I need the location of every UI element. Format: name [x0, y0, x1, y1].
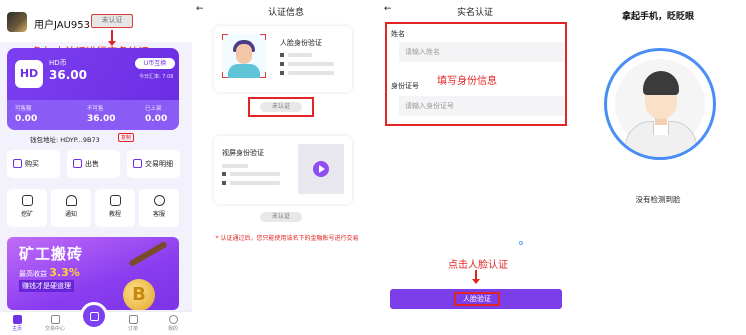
bell-icon [65, 195, 77, 206]
balance-stats: 可售额 0.00 不可售 36.00 已上架 0.00 [7, 100, 179, 130]
buy-button[interactable]: 购买 [7, 150, 60, 178]
swap-button[interactable]: U币互换 [135, 58, 175, 69]
video-verify-button[interactable]: 未认证 [260, 212, 302, 222]
hd-coin-icon: HD [15, 60, 43, 88]
stat-value: 36.00 [87, 114, 116, 124]
copy-button[interactable]: 复制 [118, 133, 135, 142]
banner-yield: 最高收益 3.3% [19, 266, 80, 279]
verification-info-screen: ← 认证信息 人脸身份验证 未认证 视屏身份验证 未认证 * 认证通过后，您只能… [192, 0, 380, 335]
real-name-auth-screen: ← 实名认证 姓名 请输入姓名 身份证号 请输入身份证号 填写身份信息 点击人脸… [380, 0, 570, 335]
detection-status: 没有检测到脸 [635, 195, 681, 204]
annotation-arrow [108, 30, 116, 46]
grid-support[interactable]: 客服 [139, 189, 179, 227]
cart-icon [13, 159, 22, 168]
annotation-arrow [472, 270, 480, 284]
face-verify-card[interactable]: 人脸身份验证 [214, 26, 352, 92]
wallet-home-screen: 用户JAU953 未认证 点击 未认证进行实名认证 HD HD币 36.00 U… [0, 0, 192, 335]
face-capture-screen: 拿起手机，眨眨眼 没有检测到脸 [570, 0, 746, 335]
tab-label: 交易中心 [44, 326, 65, 332]
home-icon [12, 315, 22, 324]
banner-slogan: 赚钱才是硬道理 [19, 280, 74, 292]
wallet-address: 钱包地址: HDYP...9B73 [30, 136, 100, 144]
video-icon [109, 195, 121, 206]
upload-icon [73, 159, 82, 168]
video-verify-card[interactable]: 视屏身份验证 [214, 136, 352, 204]
annotation-text-fill: 填写身份信息 [437, 76, 497, 87]
submit-label: 人脸验证 [454, 292, 500, 306]
grid-mining[interactable]: 挖矿 [7, 189, 47, 227]
wallet-card: HD HD币 36.00 U币互换 今日汇率: 7.08 可售额 0.00 不可… [7, 48, 179, 130]
list-icon [133, 159, 142, 168]
verification-notice: * 认证通过后，您只能使用该名下的金融账号进行交易 [215, 235, 359, 242]
exchange-icon [50, 315, 60, 324]
grid-label: 通知 [64, 211, 77, 218]
id-number-field[interactable]: 请输入身份证号 [399, 96, 564, 116]
tab-orders[interactable]: 订单 [118, 315, 148, 332]
face-verify-heading: 人脸身份验证 [280, 39, 322, 47]
tab-profile[interactable]: 我的 [158, 315, 188, 332]
stat-label: 已上架 [145, 106, 162, 112]
tab-label: 我的 [167, 326, 178, 332]
id-number-label: 身份证号 [391, 82, 419, 90]
face-capture-frame [604, 48, 716, 160]
loading-dot [519, 241, 523, 245]
action-label: 交易明细 [145, 160, 173, 168]
stat-label: 可售额 [15, 106, 32, 112]
action-label: 出售 [85, 160, 99, 168]
banner-yield-value: 3.3% [49, 266, 80, 279]
video-thumbnail [298, 144, 344, 194]
grid-notifications[interactable]: 通知 [51, 189, 91, 227]
tab-label: 主页 [11, 326, 22, 332]
scan-icon [90, 312, 99, 321]
tab-home[interactable]: 主页 [2, 315, 32, 332]
avatar[interactable] [7, 12, 27, 32]
name-field[interactable]: 请输入姓名 [399, 42, 564, 62]
grid-label: 教程 [108, 211, 121, 218]
banner-yield-prefix: 最高收益 [19, 270, 47, 278]
verify-status-button[interactable]: 未认证 [91, 14, 133, 28]
order-icon [128, 315, 138, 324]
capture-instruction: 拿起手机，眨眨眼 [621, 12, 694, 22]
name-label: 姓名 [391, 30, 405, 38]
pickaxe-illustration [128, 240, 168, 268]
face-verify-button[interactable]: 未认证 [260, 102, 302, 112]
grid-label: 挖矿 [20, 211, 33, 218]
stat-unsellable: 不可售 36.00 [87, 104, 144, 124]
exchange-rate: 今日汇率: 7.08 [139, 74, 174, 80]
stat-label: 不可售 [87, 106, 104, 112]
coin-balance: 36.00 [49, 68, 87, 82]
user-icon [168, 315, 178, 324]
grid-label: 客服 [152, 211, 165, 218]
annotation-text-face: 点击人脸认证 [448, 260, 508, 271]
coin-name: HD币 [49, 59, 67, 67]
banner-title: 矿工搬砖 [19, 245, 84, 263]
stat-listed: 已上架 0.00 [145, 104, 192, 124]
scan-button[interactable] [80, 302, 108, 330]
grid-tutorial[interactable]: 教程 [95, 189, 135, 227]
mining-banner[interactable]: 矿工搬砖 最高收益 3.3% 赚钱才是硬道理 B [7, 237, 179, 310]
profile-header: 用户JAU953 未认证 [0, 0, 192, 42]
stat-value: 0.00 [15, 114, 38, 124]
video-verify-heading: 视屏身份验证 [222, 149, 264, 157]
transactions-button[interactable]: 交易明细 [127, 150, 180, 178]
tab-label: 订单 [127, 326, 138, 332]
stat-value: 0.00 [145, 114, 168, 124]
stat-sellable: 可售额 0.00 [15, 104, 72, 124]
play-icon [313, 161, 329, 177]
action-label: 购买 [25, 160, 39, 168]
bitcoin-coin-icon: B [123, 279, 155, 310]
username: 用户JAU953 [34, 20, 91, 31]
sell-button[interactable]: 出售 [67, 150, 120, 178]
page-title: 实名认证 [456, 8, 493, 18]
identity-form: 姓名 请输入姓名 身份证号 请输入身份证号 填写身份信息 [385, 22, 567, 126]
tab-trading[interactable]: 交易中心 [40, 315, 70, 332]
page-title: 认证信息 [267, 8, 304, 18]
face-verify-submit-button[interactable]: 人脸验证 [390, 289, 562, 309]
face-portrait-illustration [222, 34, 266, 78]
headset-icon [153, 195, 165, 206]
pickaxe-icon [21, 195, 33, 206]
